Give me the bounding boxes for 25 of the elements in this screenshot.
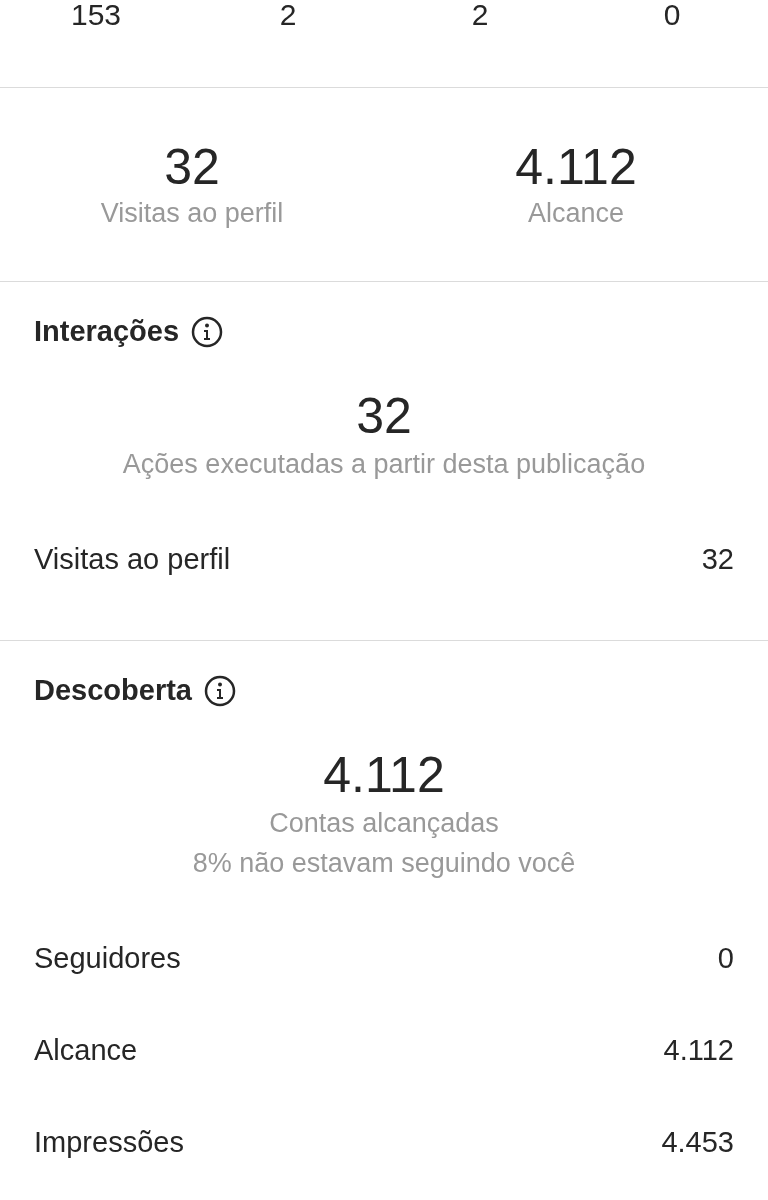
count-value: 2 bbox=[279, 0, 297, 30]
section-total: 32 bbox=[356, 388, 412, 444]
summary-value: 4.112 bbox=[515, 138, 637, 195]
metric-value: 0 bbox=[717, 941, 734, 977]
metric-label: Impressões bbox=[34, 1125, 184, 1161]
metric-value: 4.453 bbox=[661, 1125, 734, 1161]
metric-label: Visitas ao perfil bbox=[34, 542, 231, 578]
summary-value: 32 bbox=[164, 138, 220, 195]
section-caption: Ações executadas a partir desta publicação bbox=[122, 448, 646, 481]
info-icon[interactable] bbox=[203, 675, 236, 707]
count-value: 0 bbox=[663, 0, 681, 30]
summary-label: Alcance bbox=[527, 196, 625, 230]
count-value: 2 bbox=[471, 0, 489, 30]
section-title: Descoberta bbox=[34, 673, 192, 709]
section-caption: 8% não estavam seguindo você bbox=[192, 847, 576, 880]
summary-label: Visitas ao perfil bbox=[100, 196, 284, 230]
count-value: 153 bbox=[70, 0, 122, 30]
info-icon[interactable] bbox=[191, 316, 224, 348]
metric-label: Alcance bbox=[34, 1033, 138, 1069]
section-total: 4.112 bbox=[323, 747, 445, 803]
metric-value: 4.112 bbox=[663, 1033, 734, 1069]
metric-value: 32 bbox=[701, 542, 734, 578]
section-title: Interações bbox=[34, 314, 180, 350]
section-caption: Contas alcançadas bbox=[269, 807, 499, 840]
metric-label: Seguidores bbox=[34, 941, 181, 977]
